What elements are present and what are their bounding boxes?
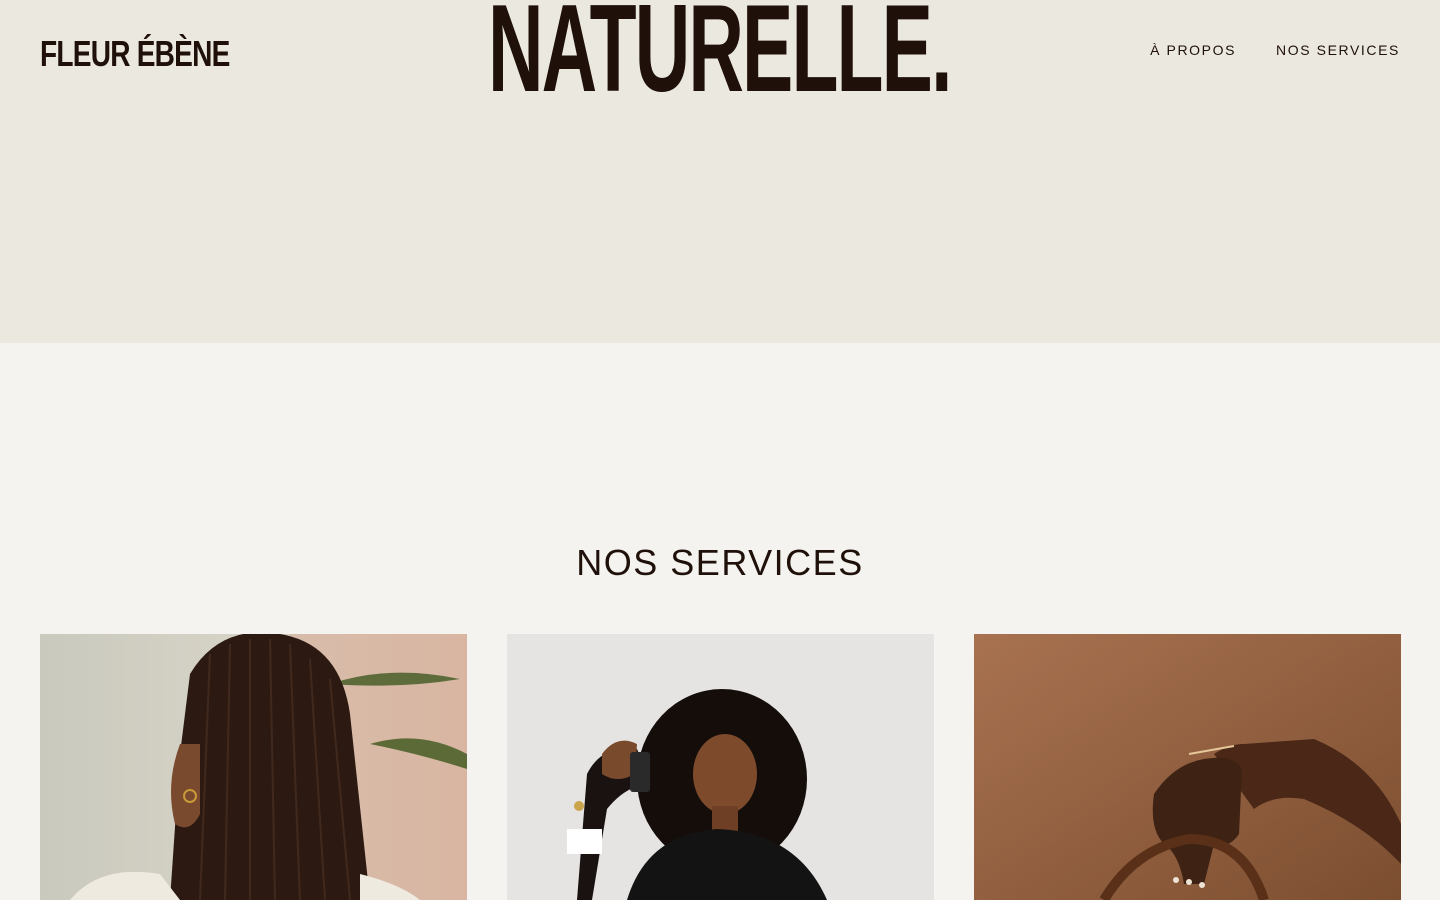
manicure-photo — [974, 634, 1401, 900]
service-card-extensions[interactable] — [507, 634, 934, 900]
extensions-photo — [507, 634, 934, 900]
main-nav: À PROPOS NOS SERVICES — [1150, 41, 1400, 59]
services-grid — [40, 634, 1401, 900]
hero-banner: FLEUR ÉBÈNE NATURELLE. À PROPOS NOS SERV… — [0, 0, 1440, 343]
braids-photo — [40, 634, 467, 900]
service-card-manicure[interactable] — [974, 634, 1401, 900]
nav-link-a-propos[interactable]: À PROPOS — [1150, 41, 1236, 59]
site-logo[interactable]: FLEUR ÉBÈNE — [40, 30, 230, 78]
nav-link-nos-services[interactable]: NOS SERVICES — [1276, 41, 1400, 59]
services-section-title: NOS SERVICES — [576, 542, 864, 583]
service-card-braids[interactable] — [40, 634, 467, 900]
hero-headline: NATURELLE. — [488, 0, 952, 118]
